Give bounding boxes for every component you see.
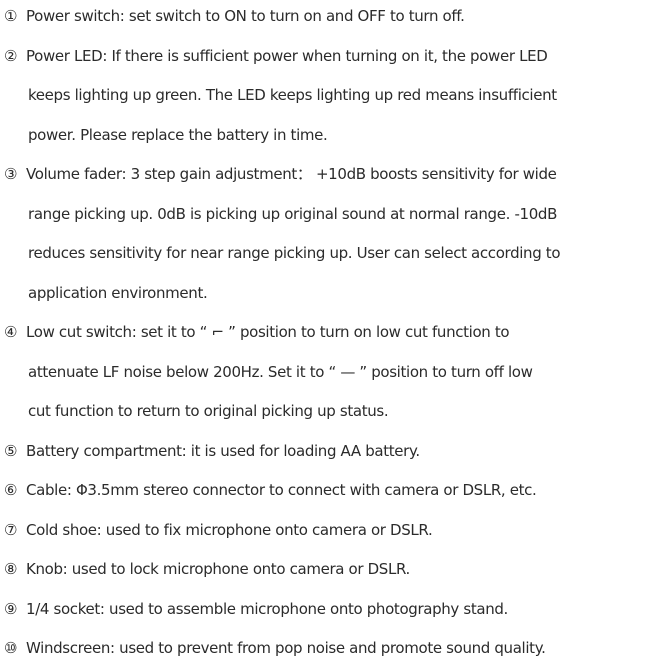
item-text: attenuate LF noise below 200Hz. Set it t… — [28, 362, 533, 381]
list-item-continuation-line: keeps lighting up green. The LED keeps l… — [4, 85, 659, 105]
item-text: Power switch: set switch to ON to turn o… — [26, 7, 465, 25]
list-item-first-line: ⑧ Knob: used to lock microphone onto came… — [4, 559, 659, 579]
item-number: ④ — [4, 323, 18, 341]
item-number: ⑥ — [4, 481, 18, 499]
item-number: ③ — [4, 165, 18, 183]
item-text: Power LED: If there is sufficient power … — [26, 46, 548, 65]
item-number: ⑩ — [4, 639, 18, 657]
item-text: Low cut switch: set it to “ ⌐ ” position… — [26, 323, 510, 341]
item-text: Battery compartment: it is used for load… — [26, 441, 420, 460]
list-item: ⑩ Windscreen: used to prevent from pop no… — [4, 638, 659, 658]
item-text: keeps lighting up green. The LED keeps l… — [28, 86, 557, 104]
item-text: Knob: used to lock microphone onto camer… — [26, 560, 410, 578]
list-item-first-line: ⑩ Windscreen: used to prevent from pop no… — [4, 638, 659, 658]
list-item: ② Power LED: If there is sufficient power… — [4, 46, 659, 165]
item-number: ⑧ — [4, 560, 18, 578]
list-item-continuation-line: reduces sensitivity for near range picki… — [4, 243, 659, 263]
list-item-first-line: ⑤ Battery compartment: it is used for loa… — [4, 441, 659, 461]
list-item-continuation-line: application environment. — [4, 283, 659, 303]
item-number: ② — [4, 46, 18, 65]
list-item-first-line: ② Power LED: If there is sufficient power… — [4, 46, 659, 66]
list-item-first-line: ④ Low cut switch: set it to “ ⌐ ” positio… — [4, 322, 659, 342]
list-item-continuation-line: power. Please replace the battery in tim… — [4, 125, 659, 145]
instruction-document: ① Power switch: set switch to ON to turn … — [0, 0, 665, 666]
list-item-first-line: ① Power switch: set switch to ON to turn … — [4, 6, 659, 26]
item-number: ⑤ — [4, 441, 18, 460]
list-item: ⑨ 1/4 socket: used to assemble microphone… — [4, 599, 659, 639]
item-text: application environment. — [28, 283, 208, 302]
list-item: ⑦ Cold shoe: used to fix microphone onto … — [4, 520, 659, 560]
item-number: ⑦ — [4, 520, 18, 539]
item-text: cut function to return to original picki… — [28, 402, 389, 420]
item-list: ① Power switch: set switch to ON to turn … — [4, 0, 659, 658]
list-item-continuation-line: cut function to return to original picki… — [4, 401, 659, 421]
item-text: Windscreen: used to prevent from pop noi… — [26, 639, 546, 657]
item-text: range picking up. 0dB is picking up orig… — [28, 204, 558, 223]
list-item-continuation-line: attenuate LF noise below 200Hz. Set it t… — [4, 362, 659, 382]
item-text: 1/4 socket: used to assemble microphone … — [26, 599, 508, 618]
list-item: ⑧ Knob: used to lock microphone onto came… — [4, 559, 659, 599]
item-text: Volume fader: 3 step gain adjustment： +1… — [26, 165, 557, 183]
item-text: Cable: Φ3.5mm stereo connector to connec… — [26, 481, 537, 499]
list-item: ④ Low cut switch: set it to “ ⌐ ” positio… — [4, 322, 659, 441]
list-item-first-line: ⑦ Cold shoe: used to fix microphone onto … — [4, 520, 659, 540]
list-item: ⑤ Battery compartment: it is used for loa… — [4, 441, 659, 481]
item-text: Cold shoe: used to fix microphone onto c… — [26, 520, 433, 539]
item-number: ⑨ — [4, 599, 18, 618]
list-item: ③ Volume fader: 3 step gain adjustment： +… — [4, 164, 659, 322]
list-item-first-line: ③ Volume fader: 3 step gain adjustment： +… — [4, 164, 659, 184]
list-item-continuation-line: range picking up. 0dB is picking up orig… — [4, 204, 659, 224]
list-item-first-line: ⑥ Cable: Φ3.5mm stereo connector to conne… — [4, 480, 659, 500]
list-item: ① Power switch: set switch to ON to turn … — [4, 6, 659, 46]
item-number: ① — [4, 7, 18, 25]
item-text: power. Please replace the battery in tim… — [28, 125, 328, 144]
item-text: reduces sensitivity for near range picki… — [28, 244, 561, 262]
list-item-first-line: ⑨ 1/4 socket: used to assemble microphone… — [4, 599, 659, 619]
list-item: ⑥ Cable: Φ3.5mm stereo connector to conne… — [4, 480, 659, 520]
